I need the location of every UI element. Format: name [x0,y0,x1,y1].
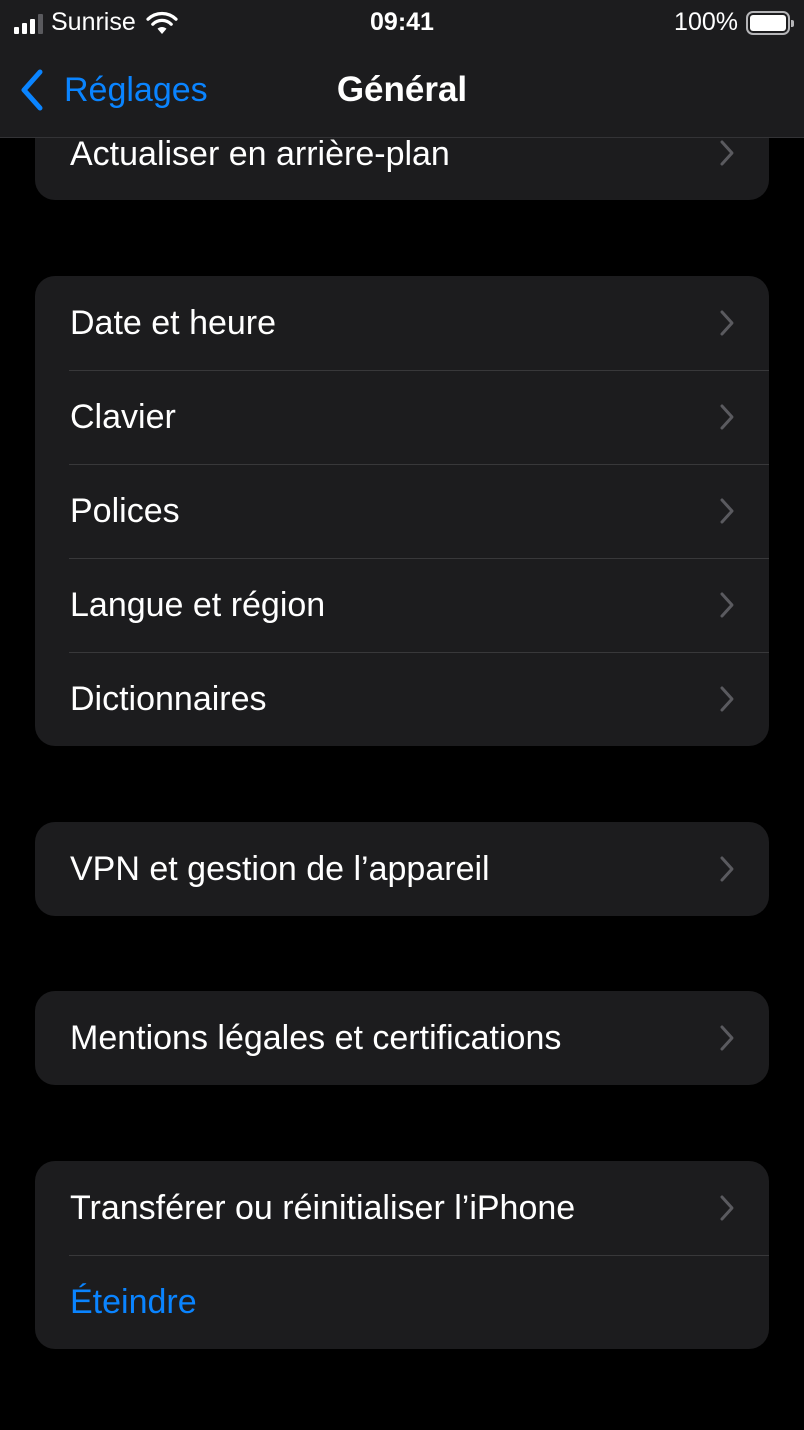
group-legal: Mentions légales et certifications [35,991,769,1085]
chevron-right-icon [720,592,734,618]
status-bar: Sunrise 09:41 100% [0,0,804,44]
battery-percentage: 100% [674,8,738,36]
group-vpn: VPN et gestion de l’appareil [35,822,769,916]
chevron-right-icon [720,1195,734,1221]
row-label: Mentions légales et certifications [70,1019,562,1057]
navigation-bar: Réglages Général [0,44,804,138]
chevron-right-icon [720,310,734,336]
row-label: Langue et région [70,586,326,624]
row-label: VPN et gestion de l’appareil [70,850,490,888]
battery-icon [746,10,794,35]
row-label: Transférer ou réinitialiser l’iPhone [70,1189,576,1227]
page-title: Général [336,70,468,109]
row-keyboard[interactable]: Clavier [35,370,769,464]
row-transfer-reset-iphone[interactable]: Transférer ou réinitialiser l’iPhone [35,1161,769,1255]
status-right: 100% [674,8,794,37]
row-label: Dictionnaires [70,680,267,718]
row-dictionaries[interactable]: Dictionnaires [35,652,769,746]
row-shut-down[interactable]: Éteindre [35,1255,769,1349]
row-label: Clavier [70,398,176,436]
chevron-right-icon [720,686,734,712]
chevron-right-icon [720,404,734,430]
row-label: Date et heure [70,304,277,342]
chevron-right-icon [720,856,734,882]
chevron-right-icon [720,140,734,166]
chevron-right-icon [720,498,734,524]
screen: Sunrise 09:41 100% Réglages Général Actu… [0,0,804,1430]
group-reset: Transférer ou réinitialiser l’iPhone Éte… [35,1161,769,1349]
row-fonts[interactable]: Polices [35,464,769,558]
shut-down-button: Éteindre [70,1283,197,1321]
group-general-settings: Date et heure Clavier Polices Langue et … [35,276,769,746]
row-date-time[interactable]: Date et heure [35,276,769,370]
chevron-right-icon [720,1025,734,1051]
row-vpn-device-management[interactable]: VPN et gestion de l’appareil [35,822,769,916]
settings-list[interactable]: Actualiser en arrière-plan Date et heure… [0,0,804,1430]
row-language-region[interactable]: Langue et région [35,558,769,652]
row-label: Polices [70,492,180,530]
row-legal-regulatory[interactable]: Mentions légales et certifications [35,991,769,1085]
battery-fill [750,14,786,31]
